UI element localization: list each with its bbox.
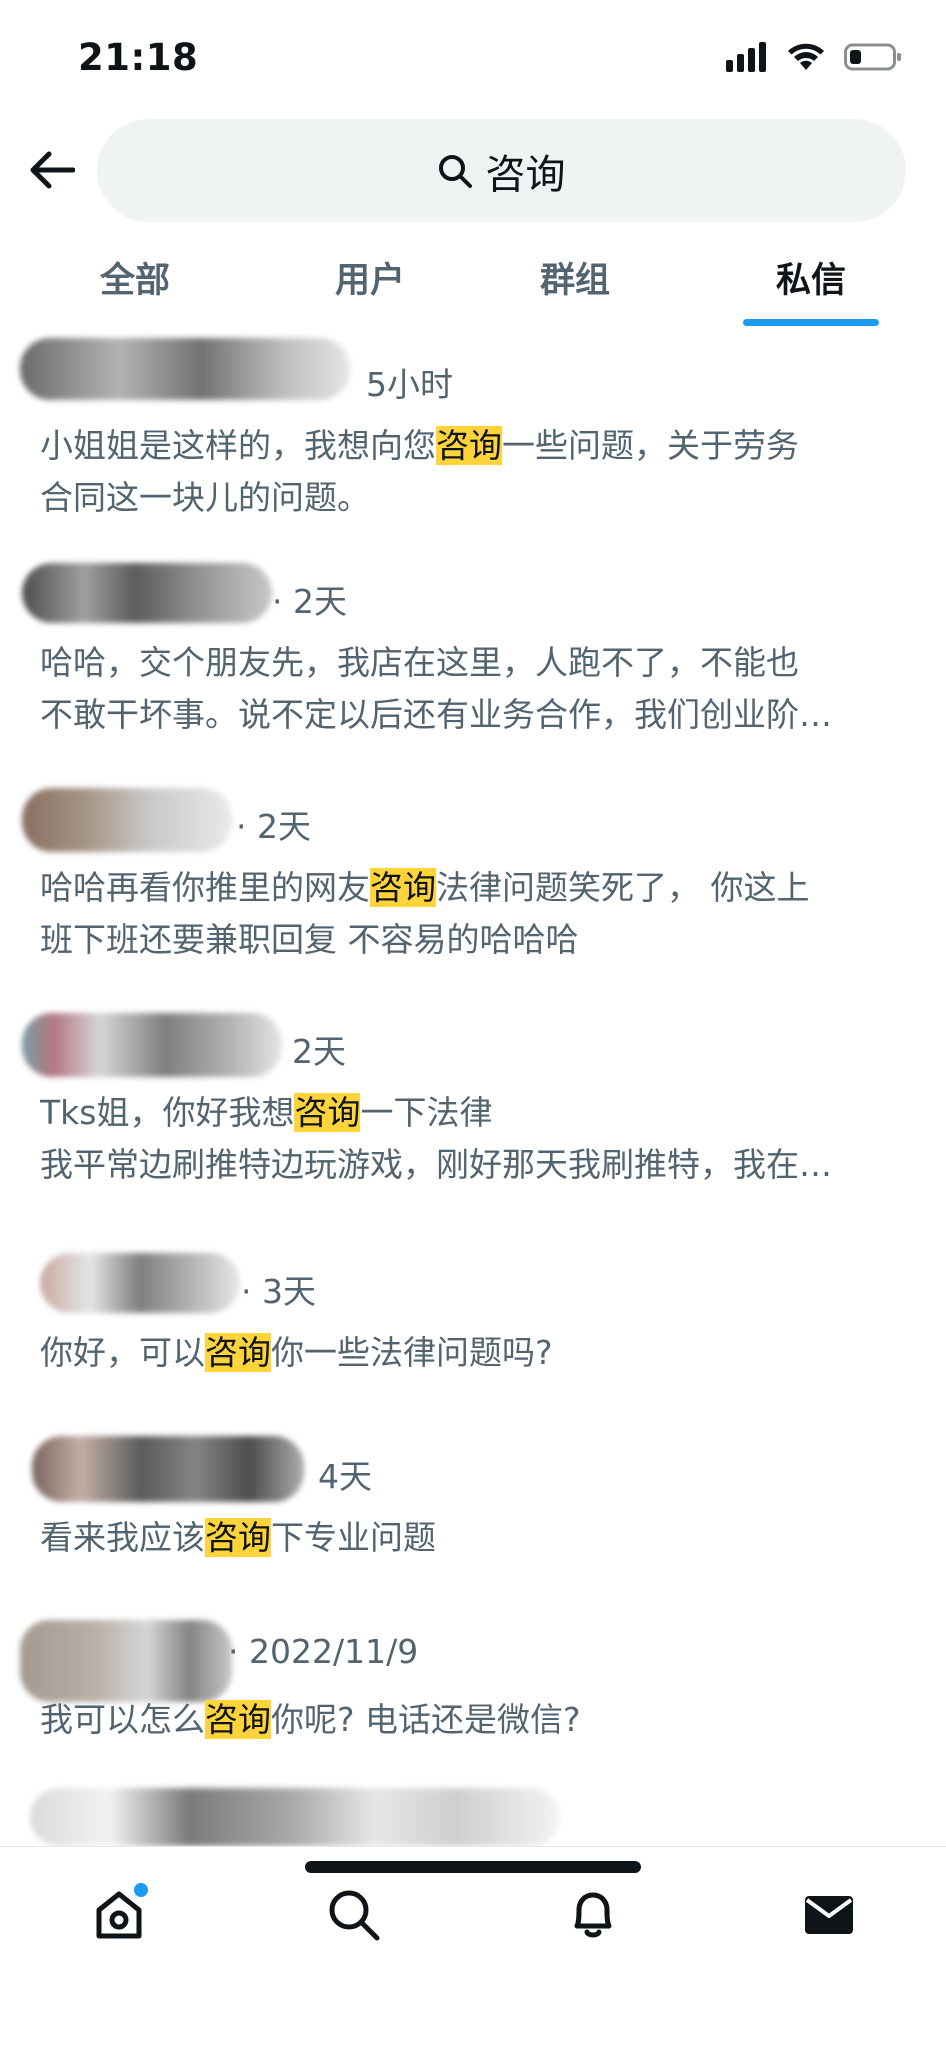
match-highlight: 咨询 [370,868,436,907]
tab-users[interactable]: 用户 [285,242,455,330]
status-time: 21:18 [78,36,199,79]
redacted-avatar-name [40,1253,240,1313]
envelope-icon [805,1896,853,1934]
tab-groups[interactable]: 群组 [490,242,660,330]
redacted-avatar-name [22,788,232,852]
tab-label: 群组 [539,261,610,301]
nav-search-button[interactable] [318,1879,388,1949]
redacted-avatar-name [20,1620,232,1702]
match-highlight: 咨询 [436,426,502,465]
tab-dms[interactable]: 私信 [726,242,896,330]
match-highlight: 咨询 [205,1333,271,1372]
tab-label: 用户 [334,261,405,301]
list-item[interactable]: · 2022/11/9 我可以怎么咨询你呢? 电话还是微信? [0,1612,946,1772]
bell-icon [574,1892,612,1938]
tab-label: 全部 [99,261,170,301]
message-preview: Tks姐，你好我想咨询一下法律 我平常边刷推特边玩游戏，刚好那天我刷推特，我在… [40,1093,832,1184]
back-button[interactable] [22,140,82,200]
message-time: 4天 [318,1457,372,1496]
list-item[interactable] [0,1780,946,1850]
battery-icon [844,43,901,71]
message-time: · 2022/11/9 [228,1632,419,1671]
search-icon [329,1890,380,1941]
message-time: · 2天 [272,582,347,621]
home-indicator [305,1861,641,1873]
wifi-icon [788,43,824,70]
search-tabs: 全部 用户 群组 私信 [0,242,946,330]
search-icon [438,154,472,188]
search-query: 咨询 [485,151,566,198]
message-preview: 我可以怎么咨询你呢? 电话还是微信? [40,1700,581,1739]
list-item[interactable]: 4天 看来我应该咨询下专业问题 [0,1428,946,1588]
message-preview: 小姐姐是这样的，我想向您咨询一些问题，关于劳务 合同这一块儿的问题。 [40,426,799,517]
redacted-avatar-name [22,1013,282,1077]
list-item[interactable]: 5小时 小姐姐是这样的，我想向您咨询一些问题，关于劳务 合同这一块儿的问题。 [0,330,946,540]
tab-all[interactable]: 全部 [50,242,220,330]
home-notification-dot [134,1883,148,1897]
message-time: 5小时 [366,365,453,404]
match-highlight: 咨询 [205,1700,271,1739]
tab-label: 私信 [775,261,846,301]
bottom-nav [0,1846,946,2049]
active-tab-indicator [743,319,879,326]
redacted-avatar-name [30,1788,560,1846]
message-preview: 哈哈再看你推里的网友咨询法律问题笑死了， 你这上 班下班还要兼职回复 不容易的哈… [40,868,810,959]
list-item[interactable]: · 2天 哈哈再看你推里的网友咨询法律问题笑死了， 你这上 班下班还要兼职回复 … [0,780,946,990]
message-time: · 3天 [241,1272,316,1311]
status-bar: 21:18 [0,0,946,110]
message-preview: 看来我应该咨询下专业问题 [40,1518,436,1557]
message-preview: 哈哈，交个朋友先，我店在这里，人跑不了，不能也 不敢干坏事。说不定以后还有业务合… [40,643,832,734]
message-time: 2天 [292,1032,346,1071]
list-item[interactable]: · 2天 哈哈，交个朋友先，我店在这里，人跑不了，不能也 不敢干坏事。说不定以后… [0,555,946,765]
search-input[interactable]: 咨询 [97,119,906,222]
match-highlight: 咨询 [205,1518,271,1557]
nav-messages-button[interactable] [794,1879,864,1949]
search-header: 咨询 [0,110,946,230]
redacted-avatar-name [32,1436,304,1502]
cellular-signal-icon [726,42,766,72]
arrow-left-icon [30,151,75,189]
list-item[interactable]: 2天 Tks姐，你好我想咨询一下法律 我平常边刷推特边玩游戏，刚好那天我刷推特，… [0,1005,946,1230]
list-item[interactable]: · 3天 你好，可以咨询你一些法律问题吗? [0,1245,946,1405]
message-time: · 2天 [236,807,311,846]
match-highlight: 咨询 [294,1093,361,1132]
nav-home-button[interactable] [84,1879,154,1949]
redacted-avatar-name [20,338,350,400]
redacted-avatar-name [22,563,272,623]
message-preview: 你好，可以咨询你一些法律问题吗? [40,1333,553,1372]
status-icons [726,42,902,72]
nav-notifications-button[interactable] [558,1879,628,1949]
